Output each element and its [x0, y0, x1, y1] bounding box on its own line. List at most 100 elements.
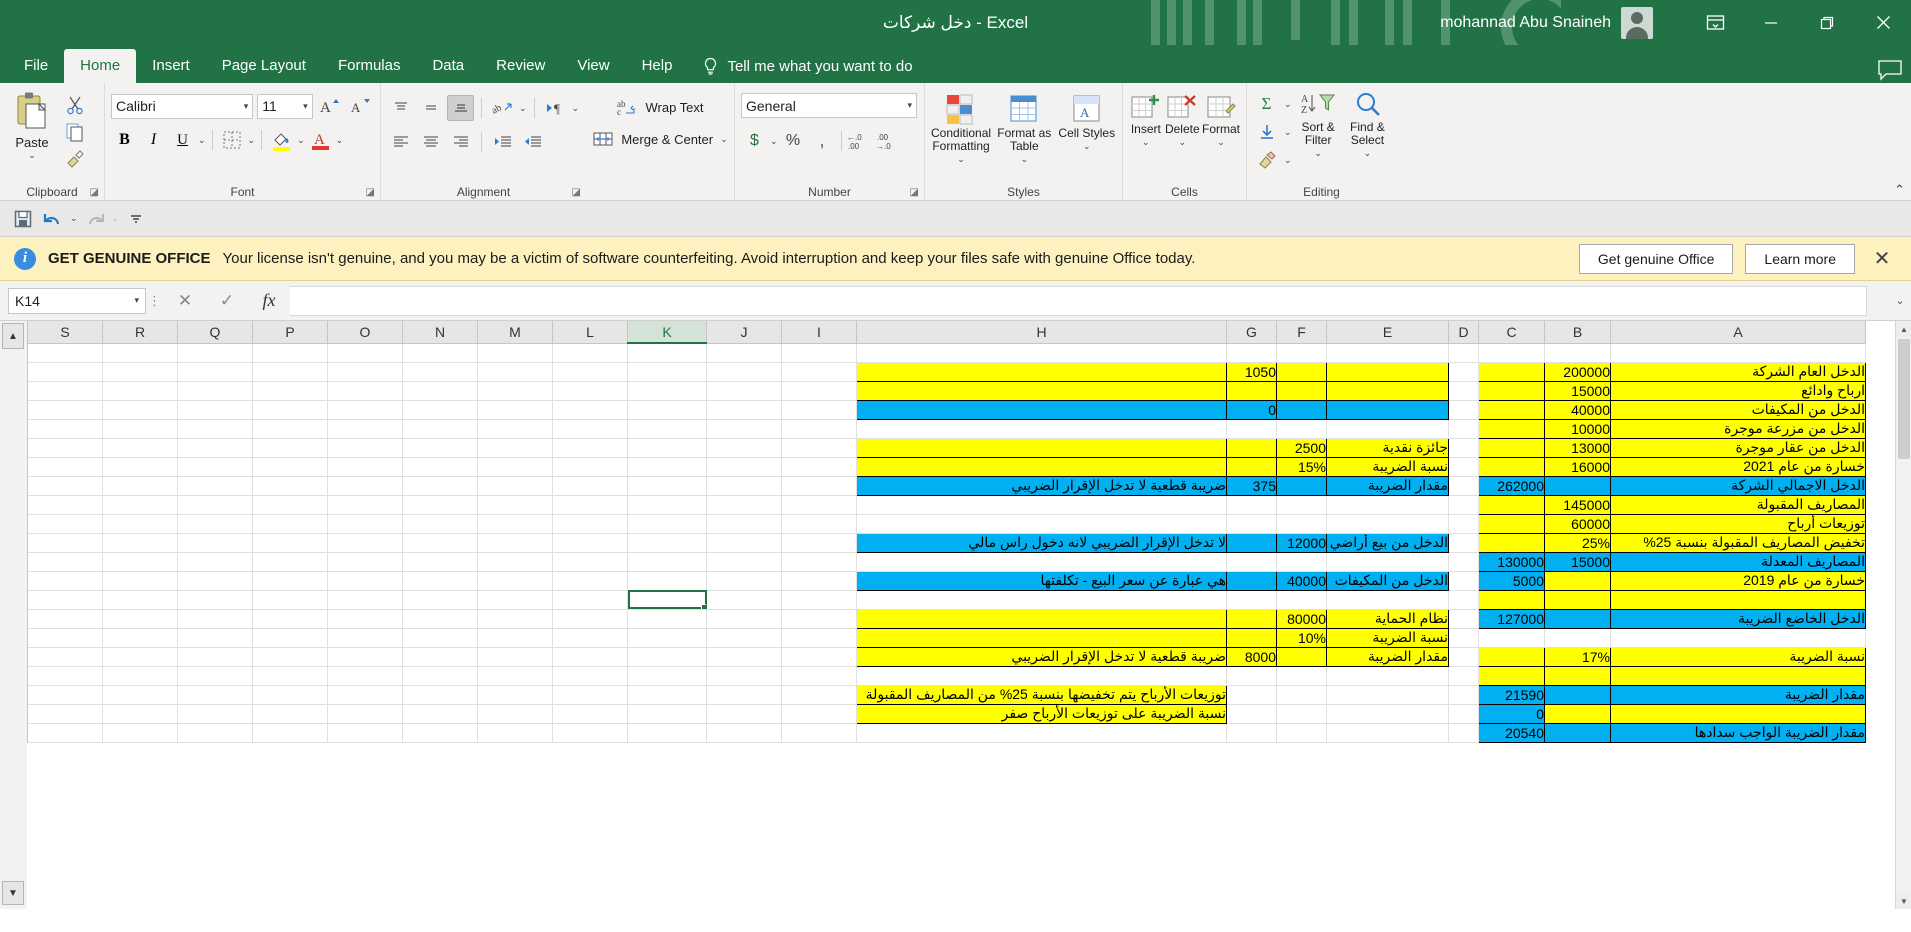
cell-O4[interactable]: [327, 400, 403, 420]
cell-E3[interactable]: [1326, 380, 1449, 401]
font-name-input[interactable]: Calibri ▾: [111, 93, 254, 119]
cell-R7[interactable]: [102, 457, 178, 477]
cell-G20[interactable]: [1226, 704, 1277, 724]
align-left-icon[interactable]: [387, 129, 414, 155]
wrap-text-button[interactable]: ab c Wrap Text: [592, 87, 728, 117]
font-dialog-launcher[interactable]: ◪: [366, 187, 375, 198]
cell-I10[interactable]: [781, 514, 857, 534]
cell-S10[interactable]: [27, 514, 103, 534]
fill-caret[interactable]: ⌄: [1284, 127, 1292, 138]
increase-indent-icon[interactable]: [519, 129, 546, 155]
cell-C17[interactable]: [1478, 646, 1545, 667]
cell-C4[interactable]: [1478, 399, 1545, 420]
tab-view[interactable]: View: [561, 49, 625, 83]
cell-H1[interactable]: [856, 343, 1227, 363]
cell-C21[interactable]: 20540: [1478, 722, 1545, 743]
cell-J17[interactable]: [706, 647, 782, 667]
cell-F3[interactable]: [1276, 380, 1327, 401]
cell-P17[interactable]: [252, 647, 328, 667]
cell-D13[interactable]: [1448, 571, 1479, 591]
cell-B1[interactable]: [1544, 343, 1611, 363]
cell-N6[interactable]: [402, 438, 478, 458]
cell-M10[interactable]: [477, 514, 553, 534]
cell-D18[interactable]: [1448, 666, 1479, 686]
confirm-edit-icon[interactable]: ✓: [206, 287, 248, 315]
cell-B20[interactable]: [1544, 703, 1611, 724]
column-header-P[interactable]: P: [252, 321, 328, 344]
text-direction-icon[interactable]: ¶: [542, 95, 569, 121]
scroll-up-button[interactable]: ▲: [2, 323, 24, 349]
cell-O1[interactable]: [327, 343, 403, 363]
cell-B19[interactable]: [1544, 684, 1611, 705]
cell-M11[interactable]: [477, 533, 553, 553]
cell-Q4[interactable]: [177, 400, 253, 420]
cell-N2[interactable]: [402, 362, 478, 382]
format-painter-icon[interactable]: [62, 147, 88, 171]
cell-D11[interactable]: [1448, 533, 1479, 553]
cell-M4[interactable]: [477, 400, 553, 420]
cell-H12[interactable]: [856, 552, 1227, 572]
accounting-caret[interactable]: ⌄: [770, 136, 778, 147]
cell-S11[interactable]: [27, 533, 103, 553]
cell-D12[interactable]: [1448, 552, 1479, 572]
comments-icon[interactable]: [1877, 59, 1903, 81]
cell-O11[interactable]: [327, 533, 403, 553]
cell-G21[interactable]: [1226, 723, 1277, 743]
cell-C1[interactable]: [1478, 343, 1545, 363]
cell-E7[interactable]: نسبة الضريبة: [1326, 456, 1449, 477]
cell-S15[interactable]: [27, 609, 103, 629]
get-genuine-office-button[interactable]: Get genuine Office: [1578, 243, 1734, 274]
cell-N21[interactable]: [402, 723, 478, 743]
format-as-table-button[interactable]: Format as Table ⌄: [995, 93, 1053, 166]
cell-R3[interactable]: [102, 381, 178, 401]
cell-S1[interactable]: [27, 343, 103, 363]
cell-D3[interactable]: [1448, 381, 1479, 401]
cell-S7[interactable]: [27, 457, 103, 477]
cell-K20[interactable]: [627, 704, 707, 724]
cell-B3[interactable]: 15000: [1544, 380, 1611, 401]
column-header-Q[interactable]: Q: [177, 321, 253, 344]
cell-L2[interactable]: [552, 362, 628, 382]
cell-F11[interactable]: 12000: [1276, 532, 1327, 553]
column-header-S[interactable]: S: [27, 321, 103, 344]
cell-J13[interactable]: [706, 571, 782, 591]
cell-A16[interactable]: [1610, 628, 1866, 648]
cell-D20[interactable]: [1448, 704, 1479, 724]
column-header-R[interactable]: R: [102, 321, 178, 344]
italic-button[interactable]: I: [140, 127, 167, 153]
cell-L10[interactable]: [552, 514, 628, 534]
cell-K6[interactable]: [627, 438, 707, 458]
cell-I3[interactable]: [781, 381, 857, 401]
cell-E5[interactable]: [1326, 419, 1449, 439]
cell-R9[interactable]: [102, 495, 178, 515]
cell-I8[interactable]: [781, 476, 857, 496]
font-name-caret[interactable]: ▾: [244, 101, 249, 112]
cell-K12[interactable]: [627, 552, 707, 572]
cell-J5[interactable]: [706, 419, 782, 439]
cell-G8[interactable]: 375: [1226, 475, 1277, 496]
cell-N3[interactable]: [402, 381, 478, 401]
cell-H2[interactable]: [856, 361, 1227, 382]
cell-B2[interactable]: 200000: [1544, 361, 1611, 382]
font-color-icon[interactable]: A: [307, 127, 334, 153]
cell-P19[interactable]: [252, 685, 328, 705]
cell-Q1[interactable]: [177, 343, 253, 363]
name-box[interactable]: K14 ▾: [8, 287, 146, 314]
cell-C20[interactable]: 0: [1478, 703, 1545, 724]
cell-K21[interactable]: [627, 723, 707, 743]
cell-I9[interactable]: [781, 495, 857, 515]
cell-J19[interactable]: [706, 685, 782, 705]
cell-E18[interactable]: [1326, 666, 1449, 686]
cell-E10[interactable]: [1326, 514, 1449, 534]
cell-S17[interactable]: [27, 647, 103, 667]
cell-H10[interactable]: [856, 514, 1227, 534]
fill-color-icon[interactable]: [268, 127, 295, 153]
tab-formulas[interactable]: Formulas: [322, 49, 417, 83]
cell-C11[interactable]: [1478, 532, 1545, 553]
cell-N20[interactable]: [402, 704, 478, 724]
cancel-edit-icon[interactable]: ✕: [164, 287, 206, 315]
borders-caret[interactable]: ⌄: [248, 135, 256, 146]
insert-function-icon[interactable]: fx: [248, 287, 290, 315]
cell-E17[interactable]: مقدار الضريبة: [1326, 646, 1449, 667]
cell-D21[interactable]: [1448, 723, 1479, 743]
